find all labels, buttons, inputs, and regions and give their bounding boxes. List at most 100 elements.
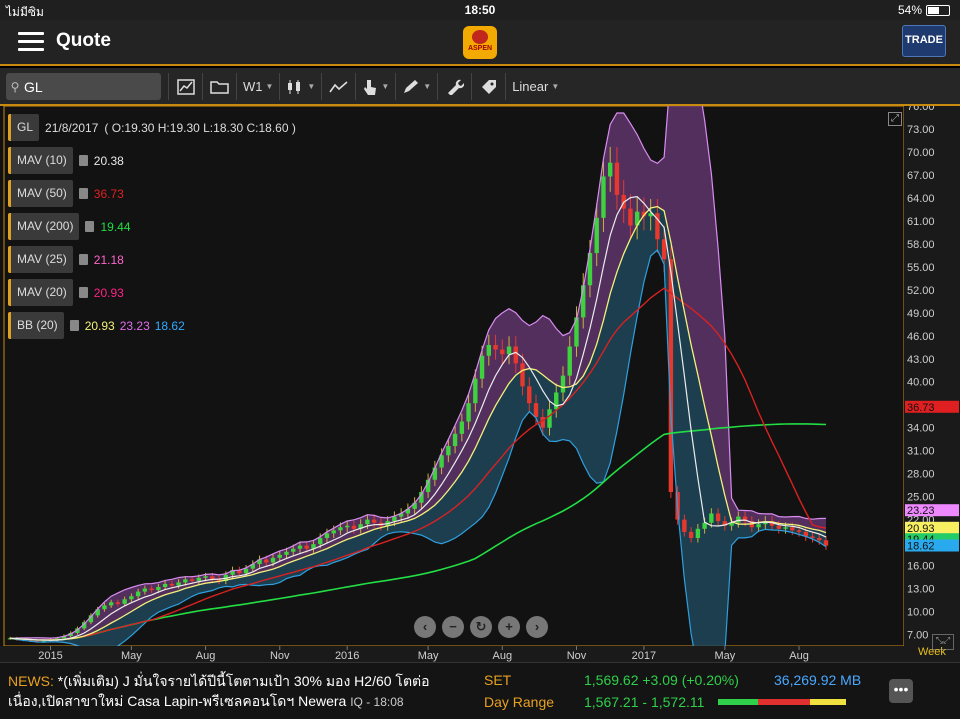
candle-body (560, 375, 566, 393)
y-tick-label: 64.00 (907, 193, 935, 205)
news-source: IQ - 18:08 (350, 695, 404, 709)
candle-body (129, 596, 134, 600)
tag-icon[interactable] (471, 73, 505, 100)
open-folder-icon[interactable] (202, 73, 236, 100)
y-tick-label: 10.00 (907, 607, 935, 619)
news-ticker[interactable]: NEWS: *(เพิ่มเติม) J มั่นใจรายได้ปีนี้โต… (8, 671, 473, 712)
more-button[interactable]: ••• (889, 679, 913, 703)
x-tick-label: 2017 (632, 650, 656, 662)
candle-body (506, 346, 512, 355)
price-tag-label: 23.23 (907, 505, 935, 517)
battery-percent: 54% (897, 3, 922, 17)
trash-icon[interactable] (78, 188, 88, 199)
y-tick-label: 67.00 (907, 170, 935, 182)
candle-body (203, 576, 208, 578)
trash-icon[interactable] (85, 221, 95, 232)
y-tick-label: 28.00 (907, 469, 935, 481)
chart-toolbar: ⚲ W1▼ ▼ ▼ ▼ Linear▼ (0, 68, 960, 106)
candle-body (540, 416, 545, 428)
scroll-right-icon[interactable]: › (526, 616, 548, 638)
indicator-label[interactable]: MAV (200) (8, 213, 80, 240)
legend-symbol[interactable]: GL (8, 114, 40, 141)
x-tick-label: Nov (270, 650, 290, 662)
x-tick-label: Aug (789, 650, 809, 662)
indicator-label[interactable]: MAV (20) (8, 279, 73, 306)
candle-body (486, 344, 492, 356)
indicator-label[interactable]: MAV (10) (8, 147, 73, 174)
candle-body (115, 602, 121, 604)
symbol-input[interactable] (24, 78, 154, 95)
status-bar: ไม่มีซิม 18:50 54% (0, 0, 960, 20)
price-chart[interactable]: 76.00 73.00 70.00 67.00 64.00 61.00 58.00 55.00… (0, 106, 960, 662)
chevron-down-icon: ▼ (551, 82, 560, 91)
chevron-down-icon: ▼ (265, 82, 274, 91)
chevron-down-icon: ▼ (307, 82, 316, 91)
candle-body (189, 579, 195, 581)
candle-body (338, 527, 343, 531)
menu-icon[interactable] (18, 32, 44, 52)
expand-icon[interactable]: ⤢ (888, 112, 902, 126)
wrench-icon[interactable] (437, 73, 471, 100)
candle-body (614, 162, 620, 195)
legend-indicator-row: MAV (10) 20.38 (8, 147, 296, 174)
legend-indicator-row: BB (20) 20.93 23.23 18.62 (8, 312, 296, 339)
candle-body (628, 208, 633, 226)
candle-body (142, 588, 148, 592)
set-volume: 36,269.92 MB (774, 672, 862, 688)
y-tick-label: 40.00 (907, 377, 935, 389)
indicator-value: 18.62 (154, 318, 185, 333)
top-nav: Quote ASPEN TRADE (0, 20, 960, 66)
indicator-icon[interactable] (321, 73, 355, 100)
candle-body (776, 525, 781, 529)
candle-body (108, 602, 114, 606)
candle-body (810, 536, 815, 538)
pointer-icon[interactable]: ▼ (355, 73, 395, 100)
trash-icon[interactable] (69, 320, 79, 331)
chart-navigation: ‹ − ↻ + › (414, 616, 548, 638)
trash-icon[interactable] (78, 254, 88, 265)
indicator-label[interactable]: BB (20) (8, 312, 64, 339)
chart-type-icon[interactable] (168, 73, 202, 100)
day-range-bar (718, 699, 847, 705)
candle-body (601, 176, 606, 218)
candle-body (196, 577, 202, 581)
period-selector[interactable]: W1 ▼ (236, 73, 279, 100)
y-tick-label: 46.00 (907, 331, 935, 343)
candle-style-icon[interactable]: ▼ (279, 73, 321, 100)
zoom-out-icon[interactable]: − (442, 616, 464, 638)
candle-body (297, 545, 303, 549)
clock: 18:50 (464, 3, 496, 17)
candle-body (783, 527, 788, 529)
candle-body (500, 349, 505, 355)
scroll-left-icon[interactable]: ‹ (414, 616, 436, 638)
symbol-search[interactable]: ⚲ (6, 73, 161, 100)
y-tick-label: 16.00 (907, 561, 935, 573)
candle-body (277, 554, 282, 558)
y-tick-label: 52.00 (907, 285, 935, 297)
candle-body (149, 588, 154, 591)
candle-body (513, 346, 518, 364)
page-title: Quote (56, 30, 111, 51)
zoom-in-icon[interactable]: + (498, 616, 520, 638)
y-tick-label: 13.00 (907, 584, 935, 596)
scale-selector[interactable]: Linear ▼ (505, 73, 565, 100)
candle-body (304, 545, 309, 549)
x-tick-label: May (714, 650, 735, 662)
candle-body (554, 392, 559, 410)
trade-button[interactable]: TRADE (902, 25, 946, 57)
candle-body (291, 548, 296, 552)
trash-icon[interactable] (78, 155, 88, 166)
set-value: 1,569.62 +3.09 (+0.20%) (584, 672, 739, 688)
reset-icon[interactable]: ↻ (470, 616, 492, 638)
battery-indicator: 54% (898, 3, 950, 17)
indicator-label[interactable]: MAV (25) (8, 246, 73, 273)
candle-body (365, 519, 370, 525)
candle-body (371, 519, 377, 523)
candle-body (527, 386, 532, 404)
candle-body (594, 217, 599, 254)
draw-pencil-icon[interactable]: ▼ (395, 73, 437, 100)
trash-icon[interactable] (78, 287, 88, 298)
indicator-label[interactable]: MAV (50) (8, 180, 73, 207)
candle-body (695, 528, 701, 538)
legend-indicator-row: MAV (200) 19.44 (8, 213, 296, 240)
